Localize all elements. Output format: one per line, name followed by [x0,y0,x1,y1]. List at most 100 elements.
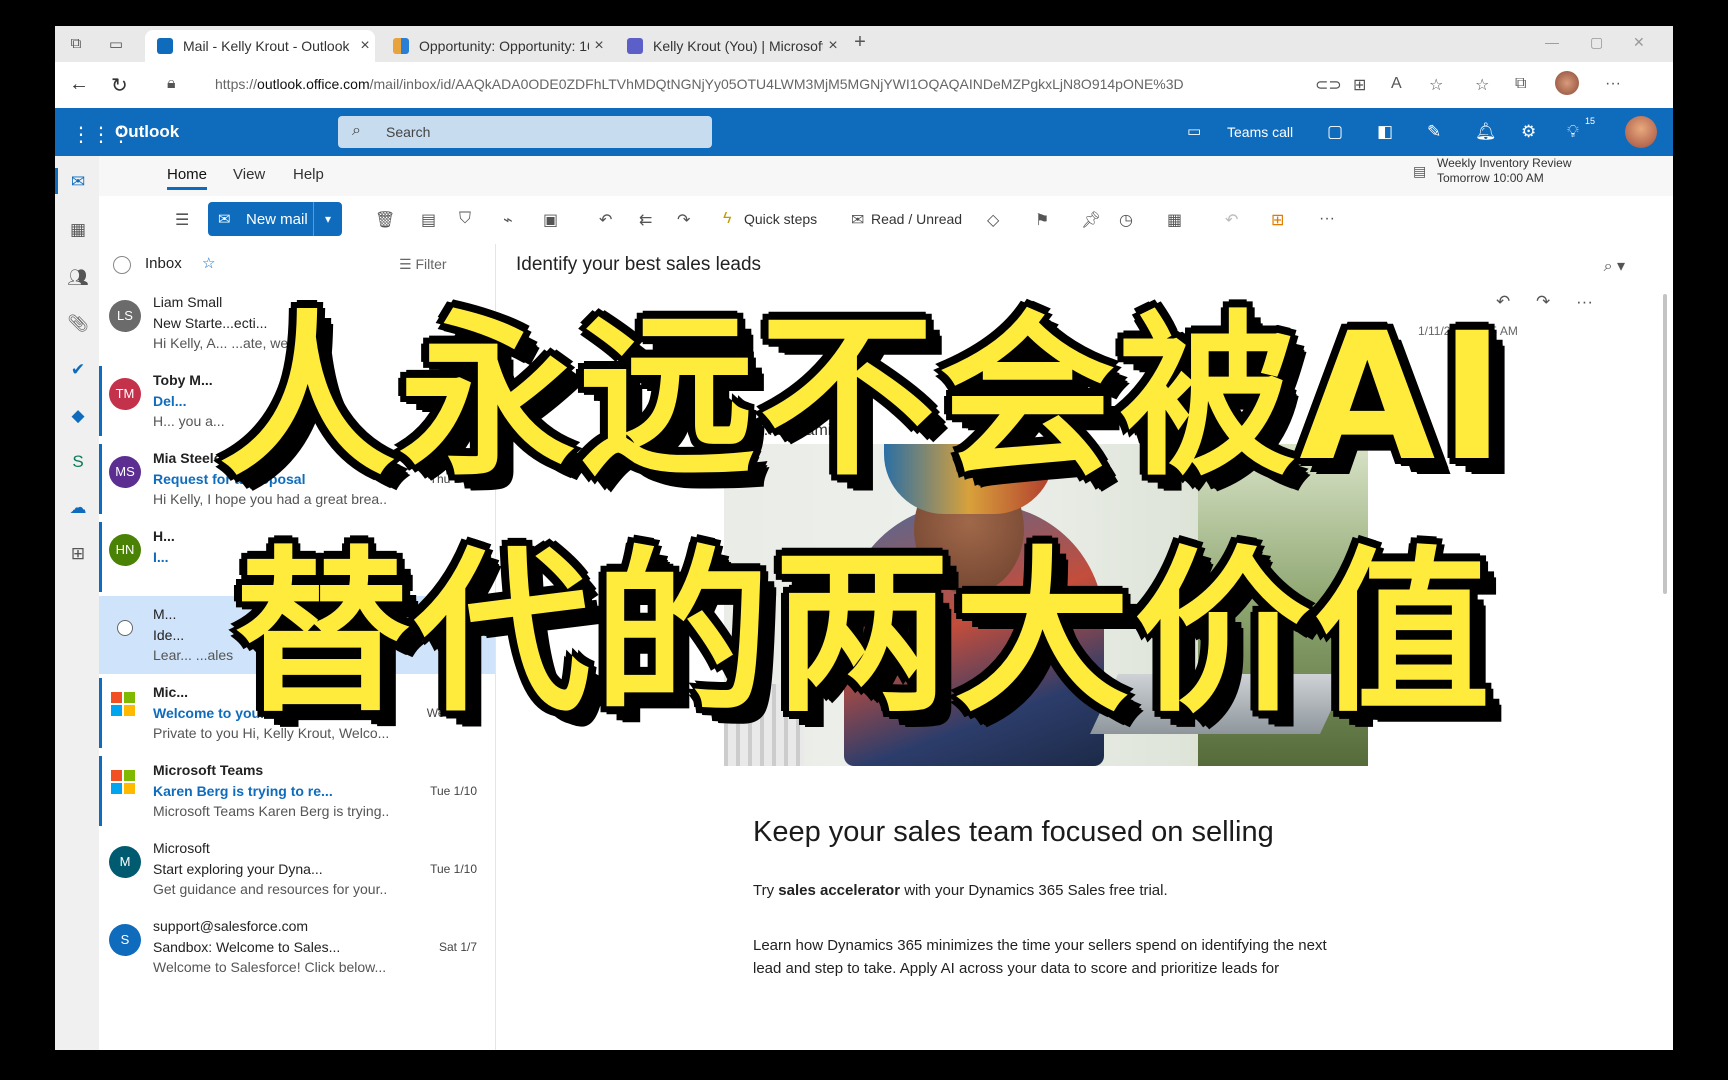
more-icon[interactable]: ··· [1605,75,1621,93]
list-item[interactable]: Microsoft Teams Karen Berg is trying to … [99,752,495,830]
email-paragraph-2: Learn how Dynamics 365 minimizes the tim… [753,937,1327,977]
sender: Microsoft [153,840,210,856]
tag-icon[interactable]: ◇ [987,210,999,230]
addins-icon[interactable]: ⊞ [1271,210,1284,230]
preview: Get guidance and resources for your... [153,881,388,897]
user-avatar[interactable] [1625,116,1657,148]
todo-icon[interactable]: ✎ [1427,122,1441,142]
tab-bar: ⧉ ▭ Mail - Kelly Krout - Outlook × Oppor… [55,26,1673,62]
favorites-icon[interactable]: ☆ [1475,75,1489,95]
undo-icon[interactable]: ↶ [1225,210,1238,230]
gear-icon[interactable]: ⚙ [1521,122,1536,142]
rules-icon[interactable]: ▦ [1167,210,1182,230]
rail-selection-indicator [55,168,58,194]
sender: Microsoft Teams [153,762,264,778]
upcoming-reminder[interactable]: ▤ Weekly Inventory Review Tomorrow 10:00… [1413,156,1572,186]
refresh-icon[interactable]: ↻ [111,73,128,98]
close-icon[interactable]: × [355,37,375,55]
read-unread-icon: ✉ [851,212,865,229]
avatar: M [109,846,141,878]
calendar-icon[interactable]: ▦ [67,220,89,242]
search-box[interactable]: ⌕ Search [338,116,712,148]
collections-icon[interactable]: ⧉ [1515,75,1526,93]
tab-help[interactable]: Help [293,166,324,183]
office-icon[interactable]: ◧ [1377,122,1393,142]
quick-steps-button[interactable]: Quick steps [744,211,817,227]
more-options-icon[interactable]: ··· [1319,210,1335,228]
read-aloud-icon[interactable]: A [1391,75,1402,93]
url-domain: outlook.office.com [257,76,370,92]
profile-avatar[interactable] [1555,71,1579,95]
list-item[interactable]: M Microsoft Start exploring your Dyna...… [99,830,495,908]
flag-icon[interactable]: ⚑ [1035,210,1049,230]
search-icon: ⌕ [352,122,361,139]
reader-mode-icon[interactable]: ⊂⊃ [1315,75,1342,95]
minimize-icon[interactable]: — [1545,34,1559,50]
bell-icon[interactable]: 🔔︎ [1475,122,1497,142]
tips-icon[interactable]: 💡︎ [1567,122,1579,142]
back-icon[interactable]: ← [69,73,89,96]
overlay-caption-line-1: 人永远不会被AI [219,295,1509,500]
address-bar: ← ↻ 🔒︎ https://outlook.office.com/mail/i… [55,62,1673,109]
date: Sat 1/7 [438,940,477,954]
chat-icon[interactable]: ▢ [1327,122,1343,142]
maximize-icon[interactable]: ▢ [1590,34,1603,51]
tab-dynamics[interactable]: Opportunity: Opportunity: 10 AI × [381,30,609,62]
close-icon[interactable]: × [823,37,843,55]
tab-actions-icon[interactable]: ▭ [107,35,125,53]
tab-teams[interactable]: Kelly Krout (You) | Microsoft Tea × [615,30,843,62]
apps-icon[interactable]: ⊞ [1353,75,1366,95]
outlook-header: ⋮⋮⋮ Outlook ⌕ Search ▭ Teams call ▢ ◧ ✎ … [55,108,1673,156]
read-unread-button[interactable]: Read / Unread [871,211,962,227]
snooze-icon[interactable]: ◷ [1119,210,1133,230]
sales-accelerator-link[interactable]: sales accelerator [778,882,900,899]
app-title: Outlook [115,122,180,141]
chevron-down-icon[interactable]: ▾ [313,202,342,236]
mail-icon[interactable]: ✉ [67,172,89,194]
lightning-icon: ϟ [723,210,732,227]
workspaces-icon[interactable]: ⧉ [67,35,85,53]
delete-icon[interactable]: 🗑︎ [375,210,395,230]
calendar-small-icon: ▤ [1413,163,1427,179]
window-close-icon[interactable]: ✕ [1633,34,1645,51]
lock-icon[interactable]: 🔒︎ [167,75,176,93]
overlay-caption-line-2: 替代的两大价值 [233,531,1494,736]
p1-pre: Try [753,882,779,899]
sweep-icon[interactable]: ⌁ [503,210,513,230]
report-icon[interactable]: ⛉ [459,210,471,228]
outlook-icon [157,38,173,54]
list-item[interactable]: S support@salesforce.com Sandbox: Welcom… [99,908,495,986]
hamburger-icon[interactable]: ☰ [175,210,189,230]
forward-icon[interactable]: ↷ [677,210,690,230]
ribbon-tabs: Home View Help ▤ Weekly Inventory Review… [99,156,1673,196]
new-mail-label: New mail [246,211,308,228]
preview: Microsoft Teams Karen Berg is trying... [153,803,388,819]
new-tab-button[interactable]: + [851,31,869,53]
avatar: S [109,924,141,956]
envelope-icon: ✉ [218,211,231,228]
video-icon[interactable]: ▭ [1187,122,1201,140]
close-icon[interactable]: × [589,37,609,55]
ribbon-toolbar: ☰ ✉ New mail ▾ 🗑︎ ▤ ⛉ ⌁ ▣ ↶ ⇇ ↷ ϟ Quick … [99,196,1673,245]
tab-view[interactable]: View [233,166,265,183]
unread-indicator [99,756,102,826]
archive-icon[interactable]: ▤ [421,210,436,230]
favorite-add-icon[interactable]: ☆ [1429,75,1443,95]
move-icon[interactable]: ▣ [543,210,558,230]
url-field[interactable]: https://outlook.office.com/mail/inbox/id… [215,76,1375,92]
teams-call-button[interactable]: Teams call [1227,124,1293,140]
tab-title: Kelly Krout (You) | Microsoft Tea [653,38,823,54]
p1-post: with your Dynamics 365 Sales free trial. [900,882,1168,899]
reminder-title: Weekly Inventory Review [1437,156,1572,170]
url-scheme: https:// [215,76,258,92]
reply-icon[interactable]: ↶ [599,210,612,230]
microsoft-logo-icon [111,770,135,794]
new-mail-button[interactable]: ✉ New mail ▾ [208,202,342,236]
tab-outlook[interactable]: Mail - Kelly Krout - Outlook × [145,30,375,62]
pin-icon[interactable]: 📌︎ [1081,210,1101,230]
subject: Sandbox: Welcome to Sales... [153,939,341,955]
tab-home[interactable]: Home [167,166,208,190]
teams-icon [627,38,643,54]
date: Tue 1/10 [430,784,477,798]
reply-all-icon[interactable]: ⇇ [639,210,652,230]
